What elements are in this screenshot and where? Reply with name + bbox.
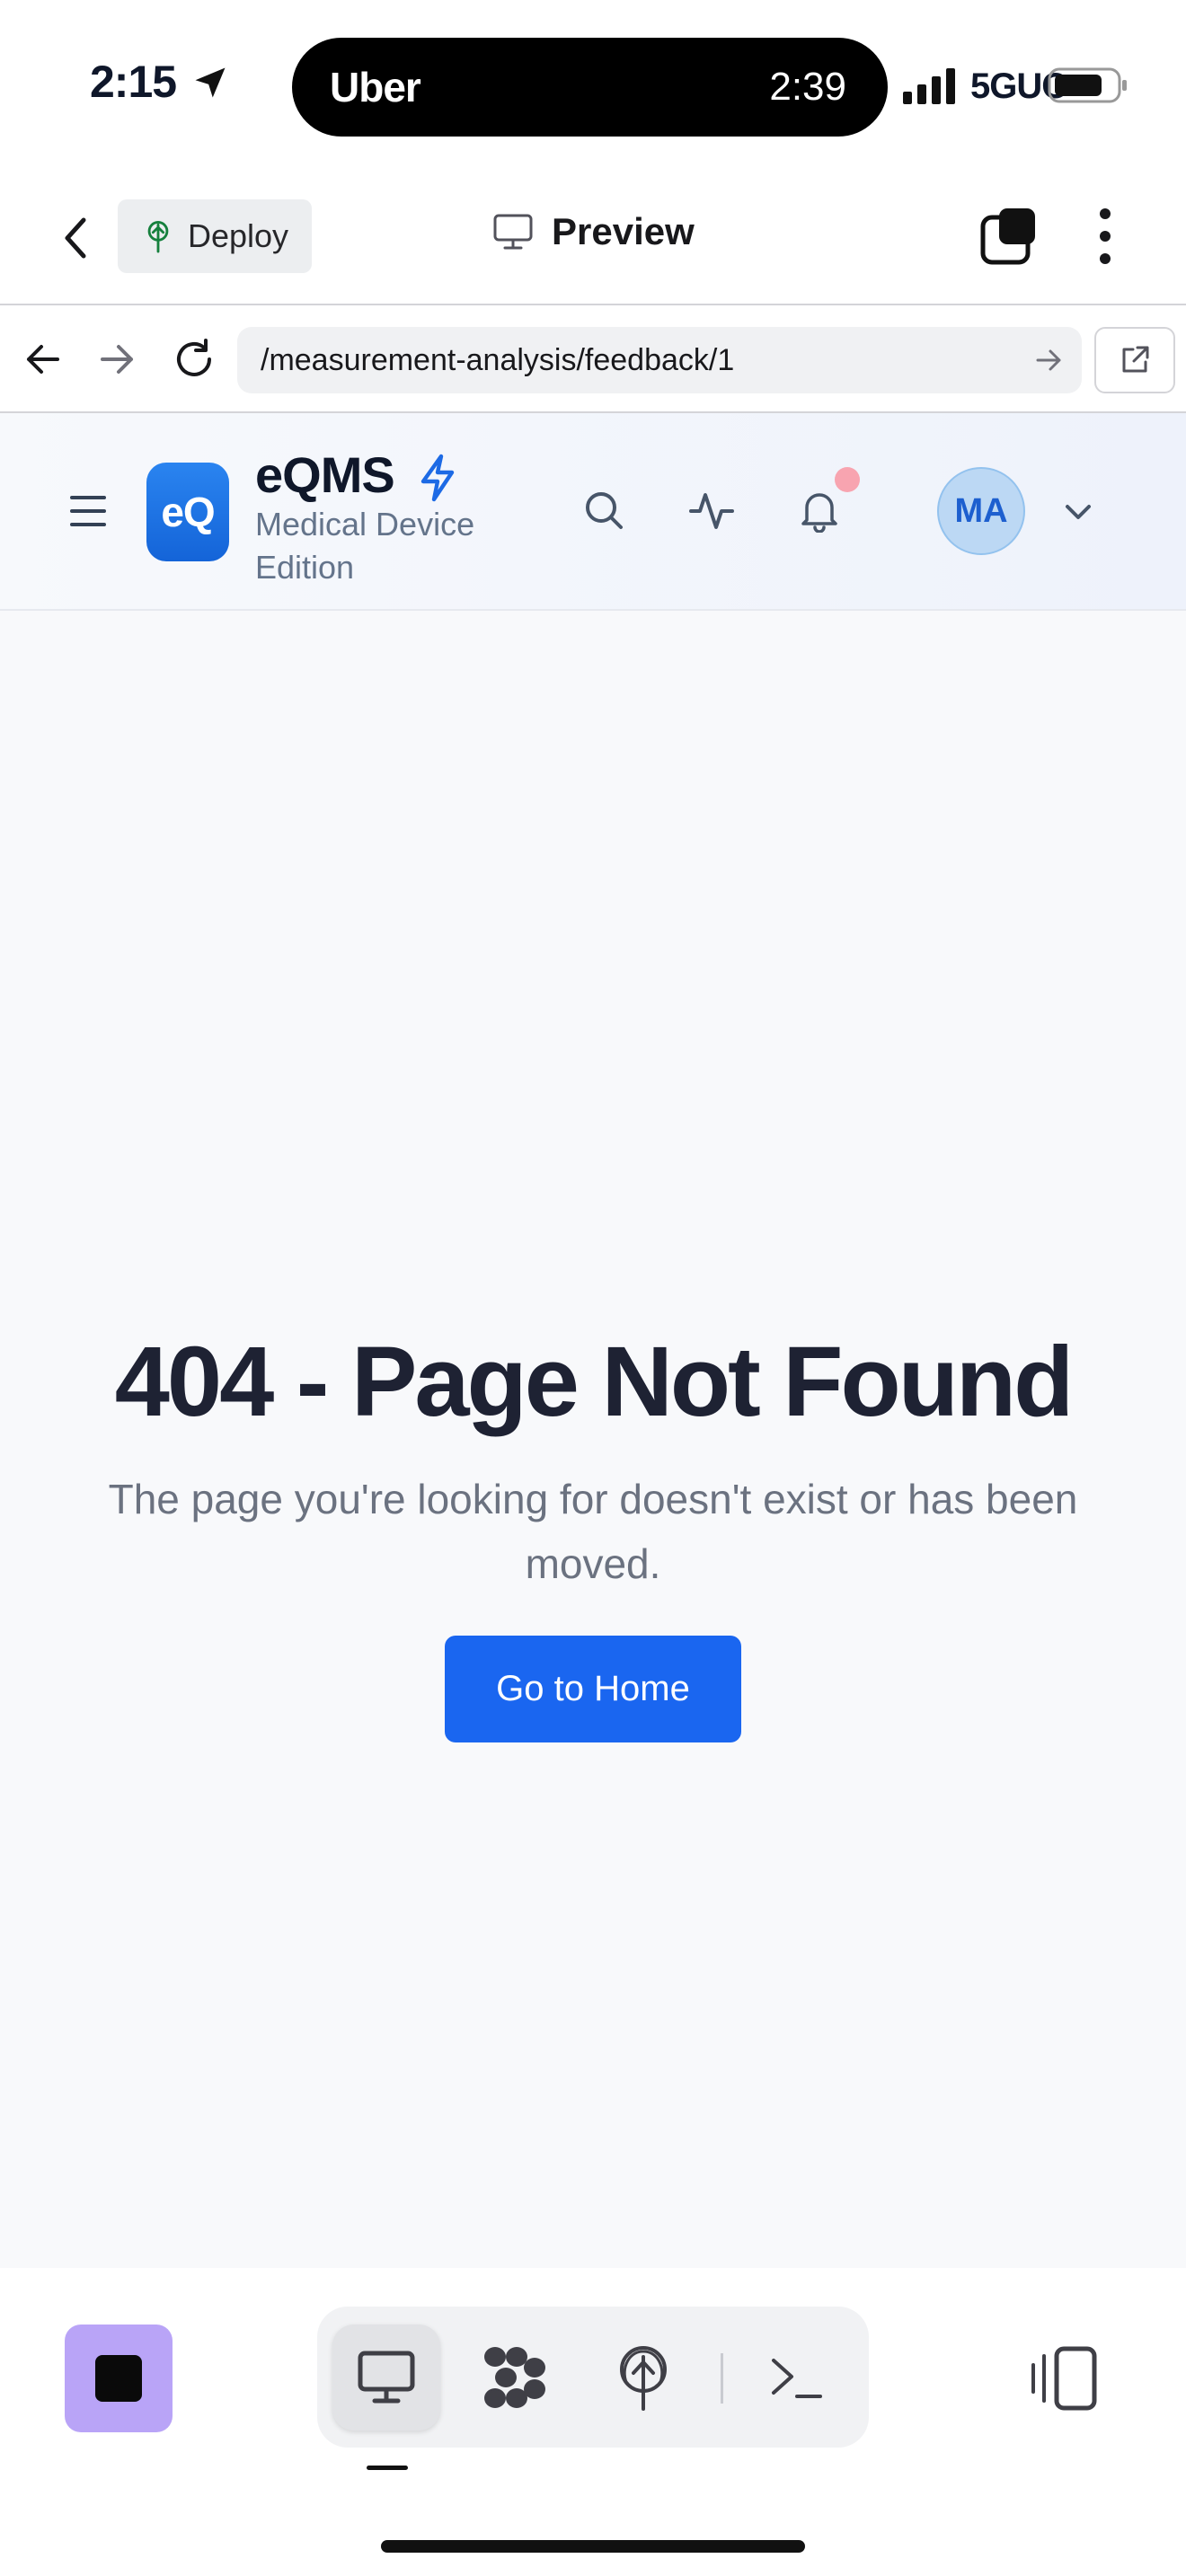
layout-panels-icon[interactable] <box>1028 2342 1102 2415</box>
status-time: 2:15 <box>90 57 177 107</box>
arrow-right-small-icon[interactable] <box>1033 345 1064 375</box>
nav-forward-button[interactable] <box>90 332 144 386</box>
island-time: 2:39 <box>769 65 846 109</box>
url-bar: /measurement-analysis/feedback/1 <box>0 305 1186 413</box>
home-indicator[interactable] <box>381 2540 805 2553</box>
status-bar: 2:15 Uber 2:39 5GUC <box>0 0 1186 171</box>
url-text: /measurement-analysis/feedback/1 <box>261 343 735 377</box>
preview-label: Preview <box>552 210 695 252</box>
open-external-button[interactable] <box>1094 327 1175 393</box>
deploy-label: Deploy <box>188 217 289 254</box>
activity-icon <box>689 493 734 529</box>
monitor-icon <box>358 2351 415 2404</box>
deploy-tool-button[interactable] <box>589 2325 697 2430</box>
bell-icon <box>801 493 837 533</box>
notification-dot <box>835 467 860 492</box>
reload-button[interactable] <box>167 332 221 386</box>
active-tool-indicator <box>367 2466 408 2470</box>
location-arrow-icon <box>195 67 226 98</box>
avatar[interactable]: MA <box>937 467 1025 555</box>
activity-button[interactable] <box>685 483 739 537</box>
monitor-icon <box>493 214 533 250</box>
dynamic-island[interactable]: Uber 2:39 <box>292 38 888 137</box>
error-title: 404 - Page Not Found <box>114 1327 1075 1437</box>
terminal-tool-button[interactable] <box>743 2325 851 2430</box>
preview-tool-button[interactable] <box>332 2325 440 2430</box>
nav-back-button[interactable] <box>16 332 70 386</box>
error-message: The page you're looking for doesn't exis… <box>108 1476 1078 1587</box>
app-bar: Deploy Preview <box>0 171 1186 305</box>
signal-icon <box>903 68 955 104</box>
chevron-left-icon <box>65 217 86 259</box>
app-logo[interactable]: eQ <box>146 463 229 561</box>
arrow-right-icon <box>101 345 133 374</box>
stop-icon <box>95 2355 142 2402</box>
brand-title: eQMS <box>255 446 395 503</box>
brand-subtitle: Medical Device Edition <box>255 506 475 586</box>
deploy-tree-icon <box>147 221 169 253</box>
terminal-icon <box>772 2359 822 2398</box>
stop-button[interactable] <box>65 2325 173 2432</box>
deploy-icon <box>620 2346 667 2411</box>
go-home-button[interactable]: Go to Home <box>445 1636 741 1742</box>
search-button[interactable] <box>577 483 631 537</box>
more-vertical-icon[interactable] <box>1087 205 1123 268</box>
bolt-icon <box>420 454 455 502</box>
url-input[interactable]: /measurement-analysis/feedback/1 <box>237 327 1082 393</box>
menu-icon[interactable] <box>70 496 106 526</box>
tool-group <box>317 2307 869 2448</box>
workspace-icon <box>484 2347 545 2408</box>
reload-icon <box>177 339 211 376</box>
external-link-icon <box>1122 346 1149 373</box>
main-content: 404 - Page Not Found The page you're loo… <box>0 611 1186 2268</box>
back-button[interactable] <box>52 208 99 268</box>
island-app-name: Uber <box>330 64 421 110</box>
preview-title: Preview <box>492 210 695 253</box>
battery-icon <box>1048 67 1127 103</box>
deploy-button[interactable]: Deploy <box>118 199 312 273</box>
tabs-icon[interactable] <box>979 207 1039 266</box>
workspace-tool-button[interactable] <box>461 2325 569 2430</box>
toolbar-divider <box>721 2353 723 2404</box>
bottom-toolbar <box>0 2268 1186 2576</box>
chevron-down-icon[interactable] <box>1058 492 1098 532</box>
web-app-header: eQ eQMS Medical Device Edition MA <box>0 413 1186 611</box>
notifications-button[interactable] <box>792 483 846 537</box>
search-icon <box>586 492 623 529</box>
arrow-left-icon <box>27 345 59 374</box>
